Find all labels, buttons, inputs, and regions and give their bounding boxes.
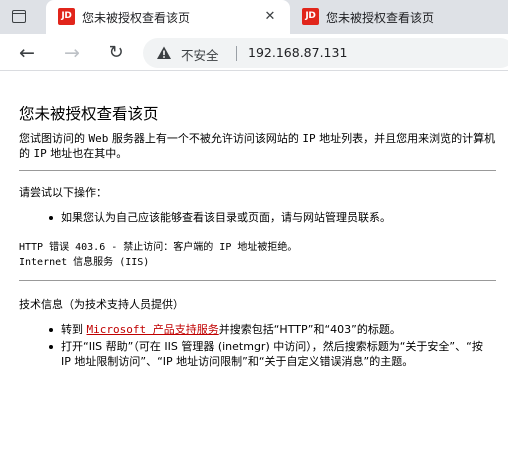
list-item-text: 转到 bbox=[61, 323, 87, 336]
desc-text: 地址也在其中。 bbox=[46, 147, 128, 160]
tab-inactive[interactable]: JD 您未被授权查看该页 bbox=[290, 0, 508, 34]
microsoft-support-link[interactable]: Microsoft 产品支持服务 bbox=[87, 323, 219, 336]
tab-active[interactable]: JD 您未被授权查看该页 ✕ bbox=[46, 0, 290, 34]
reload-button[interactable]: ↻ bbox=[103, 40, 129, 66]
page-content: 您未被授权查看该页 您试图访问的 Web 服务器上有一个不被允许访问该网站的 I… bbox=[0, 72, 508, 472]
desc-text: 服务器上有一个不被允许访问该网站的 bbox=[108, 132, 303, 145]
try-list: 如果您认为自己应该能够查看该目录或页面，请与网站管理员联系。 bbox=[49, 210, 489, 227]
close-icon[interactable]: ✕ bbox=[262, 9, 278, 25]
desc-text: Web bbox=[88, 132, 109, 145]
browser-toolbar: ← → ↻ 不安全 192.168.87.131 bbox=[0, 34, 508, 71]
divider bbox=[19, 170, 496, 171]
try-heading: 请尝试以下操作： bbox=[19, 186, 107, 199]
forward-button[interactable]: → bbox=[59, 40, 85, 66]
list-item: 打开“IIS 帮助”（可在 IIS 管理器 (inetmgr) 中访问），然后搜… bbox=[49, 339, 489, 369]
desc-text: IP bbox=[33, 147, 47, 160]
jd-favicon-icon: JD bbox=[58, 8, 75, 25]
tech-heading: 技术信息（为技术支持人员提供） bbox=[19, 298, 184, 311]
bullet-icon bbox=[49, 345, 53, 349]
tab-title: 您未被授权查看该页 bbox=[82, 11, 191, 25]
page-description: 您试图访问的 Web 服务器上有一个不被允许访问该网站的 IP 地址列表，并且您… bbox=[19, 131, 499, 161]
list-item: 如果您认为自己应该能够查看该目录或页面，请与网站管理员联系。 bbox=[49, 210, 489, 225]
list-item: 转到 Microsoft 产品支持服务并搜索包括“HTTP”和“403”的标题。 bbox=[49, 322, 489, 337]
security-status[interactable]: 不安全 bbox=[181, 45, 219, 64]
bullet-icon bbox=[49, 328, 53, 332]
warning-icon[interactable] bbox=[156, 45, 172, 61]
list-item-text: 并搜索包括“HTTP”和“403”的标题。 bbox=[218, 323, 401, 336]
desc-text: 您试图访问的 bbox=[19, 132, 89, 145]
tab-strip: JD 您未被授权查看该页 ✕ JD 您未被授权查看该页 bbox=[0, 0, 508, 34]
bullet-icon bbox=[49, 216, 53, 220]
server-line: Internet 信息服务 (IIS) bbox=[19, 257, 150, 268]
jd-favicon-icon: JD bbox=[302, 8, 319, 25]
divider bbox=[19, 280, 496, 281]
tab-actions-icon[interactable] bbox=[10, 8, 28, 26]
address-separator bbox=[236, 46, 237, 61]
http-error-line: HTTP 错误 403.6 - 禁止访问：客户端的 IP 地址被拒绝。 bbox=[19, 242, 298, 253]
tech-list: 转到 Microsoft 产品支持服务并搜索包括“HTTP”和“403”的标题。… bbox=[49, 322, 489, 371]
tab-title: 您未被授权查看该页 bbox=[326, 11, 435, 25]
back-button[interactable]: ← bbox=[14, 40, 40, 66]
url-text[interactable]: 192.168.87.131 bbox=[248, 45, 347, 60]
desc-text: IP bbox=[302, 132, 316, 145]
page-title: 您未被授权查看该页 bbox=[19, 105, 159, 123]
list-item-text: 打开“IIS 帮助”（可在 IIS 管理器 (inetmgr) 中访问），然后搜… bbox=[61, 340, 483, 368]
address-bar[interactable]: 不安全 192.168.87.131 bbox=[143, 38, 508, 68]
list-item-text: 如果您认为自己应该能够查看该目录或页面，请与网站管理员联系。 bbox=[61, 211, 391, 224]
